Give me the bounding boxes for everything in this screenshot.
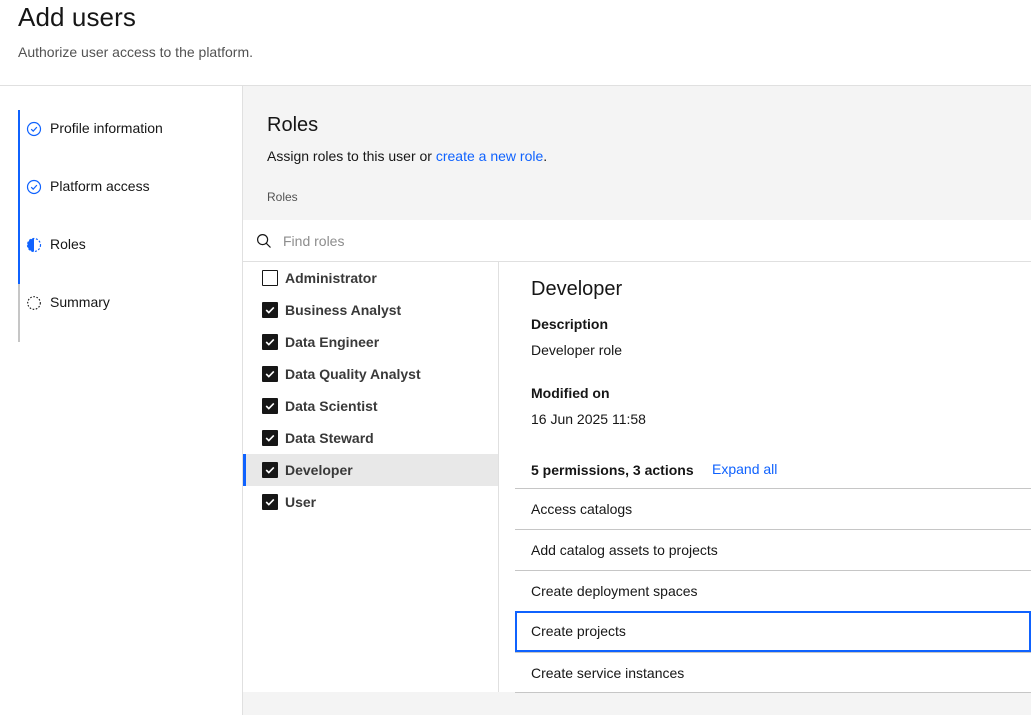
page-title: Add users <box>18 2 136 32</box>
permission-list: Access catalogs Add catalog assets to pr… <box>515 488 1031 693</box>
description-value: Developer role <box>531 342 623 358</box>
checkbox[interactable] <box>262 494 278 510</box>
role-item-data-engineer[interactable]: Data Engineer <box>243 326 498 358</box>
permission-row[interactable]: Access catalogs <box>515 488 1031 529</box>
search-icon <box>256 233 272 249</box>
role-item-business-analyst[interactable]: Business Analyst <box>243 294 498 326</box>
role-label: Data Scientist <box>285 398 378 414</box>
search-input[interactable] <box>283 228 983 254</box>
modified-label: Modified on <box>531 385 610 401</box>
role-item-user[interactable]: User <box>243 486 498 518</box>
modified-value: 16 Jun 2025 11:58 <box>531 411 646 427</box>
expand-all-link[interactable]: Expand all <box>712 461 777 477</box>
checkbox[interactable] <box>262 366 278 382</box>
role-label: Business Analyst <box>285 302 402 318</box>
permission-row[interactable]: Create service instances <box>515 652 1031 693</box>
role-label: Data Quality Analyst <box>285 366 421 382</box>
checkbox[interactable] <box>262 430 278 446</box>
step-summary[interactable]: Summary <box>18 284 238 342</box>
step-label: Summary <box>50 294 110 310</box>
step-label: Roles <box>50 236 86 252</box>
permission-row[interactable]: Create deployment spaces <box>515 570 1031 611</box>
section-title: Roles <box>267 114 319 136</box>
page-header: Add users Authorize user access to the p… <box>0 0 1031 86</box>
role-list: Administrator Business Analyst Data Engi… <box>243 262 499 692</box>
permission-label: Create service instances <box>531 665 685 681</box>
incomplete-half-icon <box>26 237 42 253</box>
checkbox[interactable] <box>262 462 278 478</box>
step-label: Platform access <box>50 178 150 194</box>
permissions-summary: 5 permissions, 3 actions <box>531 462 694 478</box>
checkbox[interactable] <box>262 334 278 350</box>
checkbox[interactable] <box>262 398 278 414</box>
step-progress-bar <box>18 284 20 342</box>
checkbox[interactable] <box>262 270 278 286</box>
step-progress-bar <box>18 168 20 226</box>
page-subtitle: Authorize user access to the platform. <box>18 44 253 60</box>
checkbox[interactable] <box>262 302 278 318</box>
role-item-developer[interactable]: Developer <box>243 454 498 486</box>
step-platform-access[interactable]: Platform access <box>18 168 238 226</box>
circle-dash-icon <box>26 295 42 311</box>
step-progress-bar <box>18 110 20 168</box>
permission-label: Access catalogs <box>531 501 633 517</box>
permission-row[interactable]: Add catalog assets to projects <box>515 529 1031 570</box>
role-item-data-quality-analyst[interactable]: Data Quality Analyst <box>243 358 498 390</box>
description-text: Assign roles to this user or <box>267 148 436 164</box>
role-label: Data Engineer <box>285 334 380 350</box>
step-progress-bar <box>18 226 20 284</box>
role-label: Data Steward <box>285 430 374 446</box>
role-label: User <box>285 494 317 510</box>
role-item-administrator[interactable]: Administrator <box>243 262 498 294</box>
role-item-data-scientist[interactable]: Data Scientist <box>243 390 498 422</box>
role-item-data-steward[interactable]: Data Steward <box>243 422 498 454</box>
step-label: Profile information <box>50 120 163 136</box>
checkmark-outline-icon <box>26 179 42 195</box>
progress-indicator: Profile information Platform access Role… <box>0 86 243 715</box>
role-label: Developer <box>285 462 353 478</box>
checkmark-outline-icon <box>26 121 42 137</box>
roles-search <box>243 220 1031 262</box>
role-detail-title: Developer <box>531 278 623 300</box>
permission-label: Create projects <box>531 623 626 639</box>
create-new-role-link[interactable]: create a new role <box>436 148 543 164</box>
permission-row[interactable]: Create projects <box>515 611 1031 652</box>
roles-panel: Roles Assign roles to this user or creat… <box>243 86 1031 715</box>
roles-field-label: Roles <box>267 190 298 204</box>
section-description: Assign roles to this user or create a ne… <box>267 148 547 164</box>
description-label: Description <box>531 316 609 332</box>
role-label: Administrator <box>285 270 377 286</box>
permission-label: Create deployment spaces <box>531 583 698 599</box>
step-roles[interactable]: Roles <box>18 226 238 284</box>
description-period: . <box>543 148 548 164</box>
role-detail-panel: Developer Description Developer role Mod… <box>499 262 1031 693</box>
permission-label: Add catalog assets to projects <box>531 542 718 558</box>
step-profile-information[interactable]: Profile information <box>18 110 238 168</box>
